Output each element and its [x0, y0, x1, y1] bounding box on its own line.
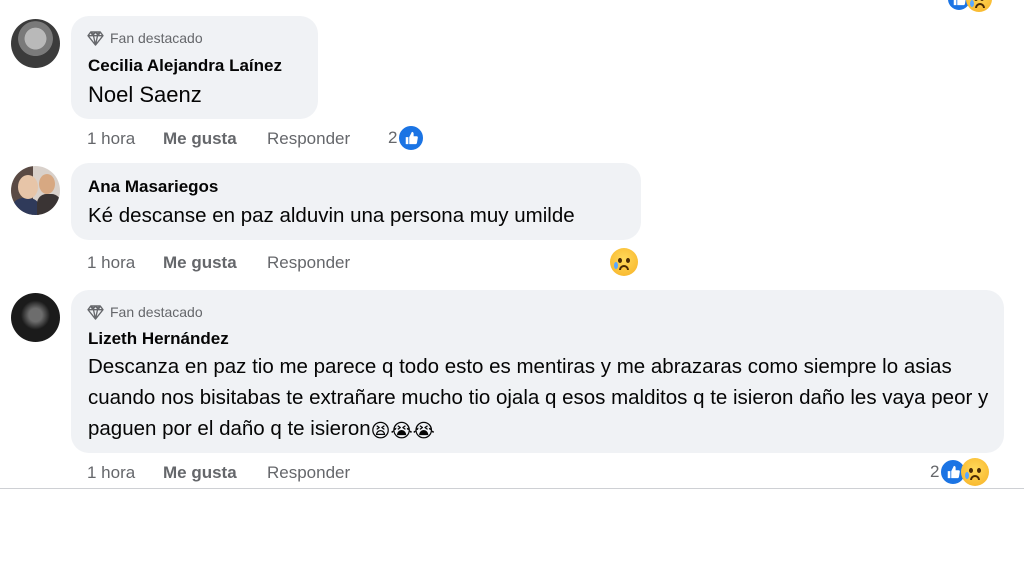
like-button[interactable]: Me gusta: [163, 463, 267, 483]
reaction-count: 2: [388, 128, 398, 147]
reaction-count: 2: [930, 462, 940, 481]
comment-bubble: Fan destacado Cecilia Alejandra Laínez N…: [71, 16, 318, 119]
avatar[interactable]: [11, 19, 60, 68]
reaction-summary[interactable]: 2: [388, 124, 426, 152]
comment-bubble: Fan destacado Lizeth Hernández Descanza …: [71, 290, 1004, 453]
comment-text: Descanza en paz tio me parece q todo est…: [88, 351, 990, 447]
top-fan-badge: Fan destacado: [87, 30, 203, 46]
like-reaction-icon: [397, 124, 426, 152]
sad-reaction-icon: [610, 248, 638, 276]
reply-button[interactable]: Responder: [267, 129, 350, 149]
comment-actions: 1 hora Me gusta Responder: [87, 253, 350, 273]
diamond-icon: [87, 304, 104, 320]
divider: [0, 488, 1024, 489]
previous-comment-reactions[interactable]: [946, 0, 992, 12]
emoji-suffix: 😫😭😭: [370, 421, 435, 442]
top-fan-badge: Fan destacado: [87, 304, 203, 320]
diamond-icon: [87, 30, 104, 46]
sad-reaction-icon: [961, 458, 990, 486]
reaction-summary[interactable]: [610, 248, 638, 276]
avatar[interactable]: [11, 166, 60, 215]
comment-time[interactable]: 1 hora: [87, 129, 163, 149]
comment-text-body: Descanza en paz tio me parece q todo est…: [88, 355, 989, 440]
comment-text: Noel Saenz: [88, 82, 202, 107]
badge-label: Fan destacado: [110, 304, 203, 320]
comment-text: Ké descanse en paz alduvin una persona m…: [88, 204, 575, 227]
comment-author[interactable]: Ana Masariegos: [88, 177, 218, 197]
like-button[interactable]: Me gusta: [163, 129, 267, 149]
comment-time[interactable]: 1 hora: [87, 463, 163, 483]
comment-author[interactable]: Cecilia Alejandra Laínez: [88, 56, 282, 76]
sad-reaction-icon: [966, 0, 992, 12]
avatar[interactable]: [11, 293, 60, 342]
comment-time[interactable]: 1 hora: [87, 253, 163, 273]
comment-author[interactable]: Lizeth Hernández: [88, 329, 229, 349]
comment-actions: 1 hora Me gusta Responder: [87, 463, 350, 483]
reply-button[interactable]: Responder: [267, 253, 350, 273]
comment-actions: 1 hora Me gusta Responder: [87, 129, 350, 149]
reaction-summary[interactable]: 2: [930, 458, 990, 486]
reply-button[interactable]: Responder: [267, 463, 350, 483]
badge-label: Fan destacado: [110, 30, 203, 46]
comment-bubble: Ana Masariegos Ké descanse en paz alduvi…: [71, 163, 641, 240]
like-button[interactable]: Me gusta: [163, 253, 267, 273]
